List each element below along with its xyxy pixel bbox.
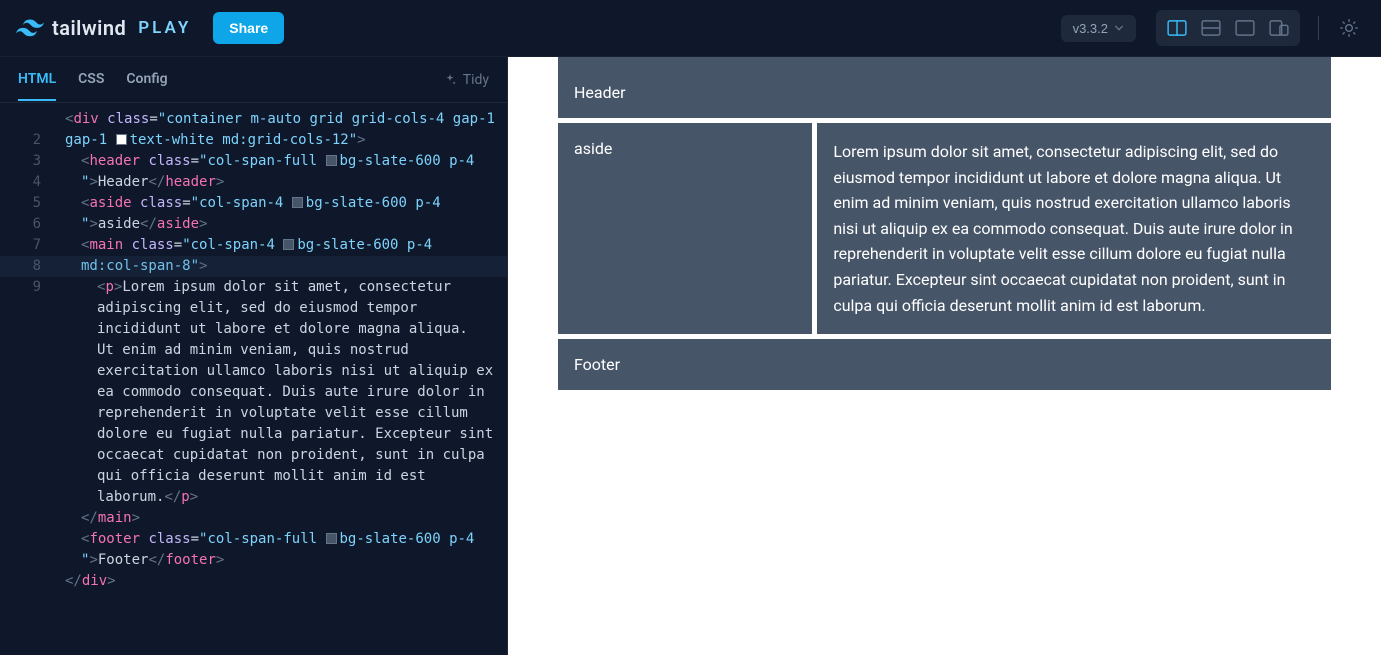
- line-number: 5: [0, 193, 41, 214]
- brand-sub: PLAY: [138, 18, 191, 38]
- tab-html[interactable]: HTML: [18, 59, 56, 101]
- tidy-button[interactable]: Tidy: [443, 72, 489, 88]
- layout-responsive-button[interactable]: [1262, 14, 1296, 42]
- tidy-label: Tidy: [463, 72, 489, 88]
- code-lines: <div class="container m-auto grid grid-c…: [55, 103, 507, 592]
- line-number: 8: [0, 256, 41, 277]
- editor-tabs: HTML CSS Config Tidy: [0, 57, 507, 103]
- layout-preview-only-button[interactable]: [1228, 14, 1262, 42]
- line-number: 3: [0, 151, 41, 172]
- version-select[interactable]: v3.3.2: [1061, 15, 1136, 42]
- preview-footer: Footer: [558, 339, 1331, 390]
- tab-css[interactable]: CSS: [78, 59, 104, 101]
- logo: tailwind PLAY: [16, 16, 191, 40]
- share-button[interactable]: Share: [213, 12, 284, 44]
- theme-toggle-button[interactable]: [1333, 12, 1365, 44]
- tailwind-logo-icon: [16, 19, 44, 37]
- version-label: v3.3.2: [1073, 21, 1108, 36]
- line-number: 2: [0, 130, 41, 151]
- layout-switcher: [1156, 10, 1300, 46]
- line-number: [0, 109, 41, 130]
- line-gutter: 2 3 4 5 6 7 8 9: [0, 103, 55, 592]
- line-number: 4: [0, 172, 41, 193]
- divider: [1318, 16, 1319, 40]
- preview-grid: Header aside Lorem ipsum dolor sit amet,…: [558, 57, 1331, 390]
- tab-config[interactable]: Config: [126, 59, 167, 101]
- chevron-down-icon: [1114, 23, 1124, 33]
- preview-panel: Header aside Lorem ipsum dolor sit amet,…: [508, 57, 1381, 655]
- editor-panel: HTML CSS Config Tidy 2 3: [0, 57, 508, 655]
- top-bar: tailwind PLAY Share v3.3.2: [0, 0, 1381, 57]
- preview-header: Header: [558, 57, 1331, 118]
- preview-main: Lorem ipsum dolor sit amet, consectetur …: [817, 123, 1331, 334]
- brand-name: tailwind: [52, 16, 126, 40]
- layout-split-horizontal-button[interactable]: [1194, 14, 1228, 42]
- preview-aside: aside: [558, 123, 812, 334]
- sparkle-icon: [443, 73, 457, 87]
- line-number: 7: [0, 235, 41, 256]
- line-number: 6: [0, 214, 41, 235]
- layout-split-vertical-button[interactable]: [1160, 14, 1194, 42]
- line-number: 9: [0, 277, 41, 298]
- code-editor[interactable]: 2 3 4 5 6 7 8 9 <div class="container m-…: [0, 103, 507, 655]
